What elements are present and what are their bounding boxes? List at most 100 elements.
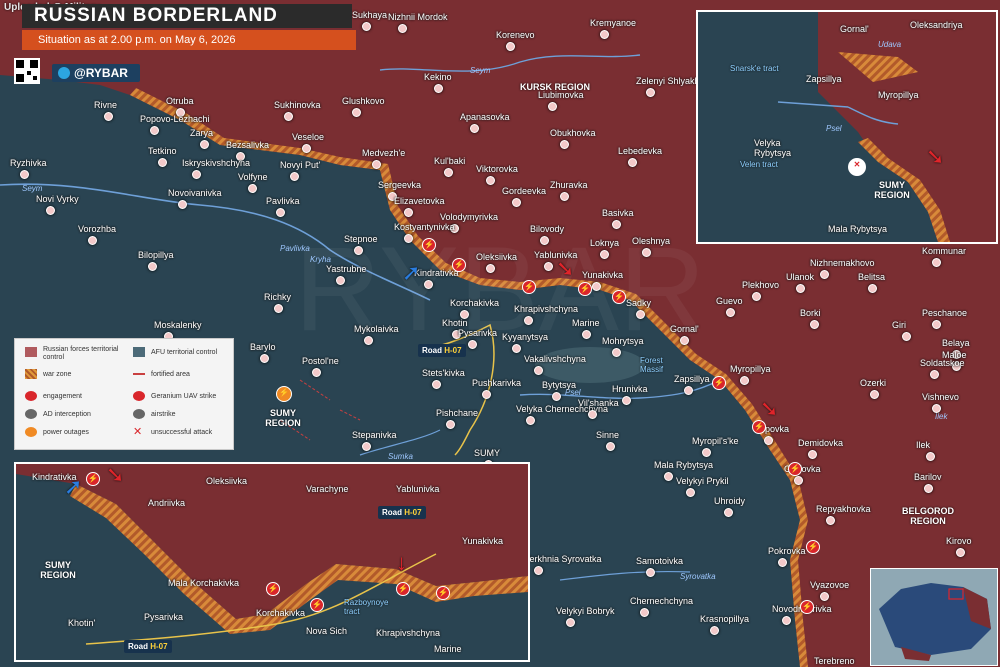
place-marker [434,84,443,93]
place-label: Pushkarivka [472,378,522,388]
place-label: Vil'shanka [578,398,619,408]
place-label: Novoivanivka [168,188,222,198]
place-label: Sinne [596,430,620,440]
place-label: Myropillya [730,364,771,374]
inset-river-udava: Udava [878,40,902,49]
inset-place: Korchakivka [256,608,306,618]
place-marker [956,548,965,557]
river-sumka: Sumka [388,452,413,461]
inset-road-h07-label: Road H-07 [124,640,172,653]
place-label: Nizhnemakhovo [810,258,875,268]
place-marker [782,616,791,625]
place-label: Pysarivka [458,328,498,338]
place-label: Sukhinovka [274,100,321,110]
place-label: Soldatskoe [920,358,965,368]
place-marker [932,404,941,413]
place-marker [150,126,159,135]
legend-power-icon [25,427,37,437]
engagement-icon: ⚡ [86,472,100,486]
place-label: Demidovka [798,438,844,448]
legend-ad-interception: AD interception [43,411,91,418]
place-marker [600,250,609,259]
place-label: Kindrativka [414,268,459,278]
map-title: RUSSIAN BORDERLAND [22,4,352,28]
place-marker [260,354,269,363]
inset-river-psel: Psel [826,124,842,133]
place-label: Ilek [916,440,931,450]
place-marker [820,592,829,601]
place-marker [566,618,575,627]
place-label: Korenevo [496,30,535,40]
place-marker [764,436,773,445]
inset-place: Mala Korchakivka [168,578,240,588]
place-label: Sukhaya [352,10,388,20]
place-marker [560,140,569,149]
brand-badge[interactable]: @RYBAR [52,64,140,82]
place-marker [336,276,345,285]
river-seym-east: Seym [470,66,491,75]
place-label: Korchakivka [450,298,500,308]
place-label: Postol'ne [302,356,339,366]
place-marker [104,112,113,121]
place-label: Repyakhovka [816,504,871,514]
inset-place: Varachyne [306,484,349,494]
place-marker [362,22,371,31]
place-label: Kostyantynivka [394,222,455,232]
place-marker [404,234,413,243]
legend-geranium: Geranium UAV strike [151,393,217,400]
place-label: Stepnoe [344,234,378,244]
place-label: Vorozhba [78,224,117,234]
engagement-icon: ⚡ [522,280,536,294]
inset-place: Velyka Rybytsya [754,138,792,158]
place-marker [548,102,557,111]
engagement-icon: ⚡ [712,376,726,390]
place-marker [364,336,373,345]
place-marker [290,172,299,181]
brand-label: @RYBAR [74,66,128,80]
inset-region-sumy: SUMY REGION [40,560,76,580]
place-label: Mohrytsya [602,336,644,346]
place-marker [592,282,601,291]
place-label: Vakalivshchyna [524,354,586,364]
place-label: Zarya [190,128,214,138]
engagement-icon: ⚡ [310,598,324,612]
place-marker [684,386,693,395]
place-marker [512,198,521,207]
place-label: Yunakivka [582,270,624,280]
river-seym-west: Seym [22,184,43,193]
inset-place: Gornal' [840,24,869,34]
place-marker [902,332,911,341]
place-marker [540,236,549,245]
place-label: Popovo-Lezhachi [140,114,210,124]
place-marker [432,380,441,389]
inset-map-zapsillya: Snarsk'e tract Velen tract Gornal' Oleks… [696,10,998,244]
inset-tract-snarske: Snarsk'e tract [730,64,779,73]
place-marker [248,184,257,193]
place-label: Kirovo [946,536,972,546]
legend-war-zone: war zone [43,371,72,378]
engagement-icon: ⚡ [452,258,466,272]
region-label-belgorod: BELGOROD REGION [902,506,955,526]
place-marker [560,192,569,201]
place-marker [468,340,477,349]
place-marker [482,390,491,399]
place-label: Gornal' [670,324,699,334]
place-marker [192,170,201,179]
place-label: Oleksiivka [476,252,518,262]
place-marker [794,476,803,485]
engagement-icon: ⚡ [436,586,450,600]
place-marker [808,450,817,459]
place-marker [702,448,711,457]
place-marker [820,270,829,279]
place-label: Pokrovka [768,546,806,556]
place-marker [486,176,495,185]
place-marker [924,484,933,493]
place-marker [398,24,407,33]
place-marker [612,348,621,357]
inset-place: Marine [434,644,462,654]
place-marker [178,200,187,209]
map-legend: Russian forces territorial control AFU t… [14,338,234,450]
place-marker [622,396,631,405]
place-label: Khrapivshchyna [514,304,579,314]
attack-arrow-icon: ➘ [556,256,575,281]
